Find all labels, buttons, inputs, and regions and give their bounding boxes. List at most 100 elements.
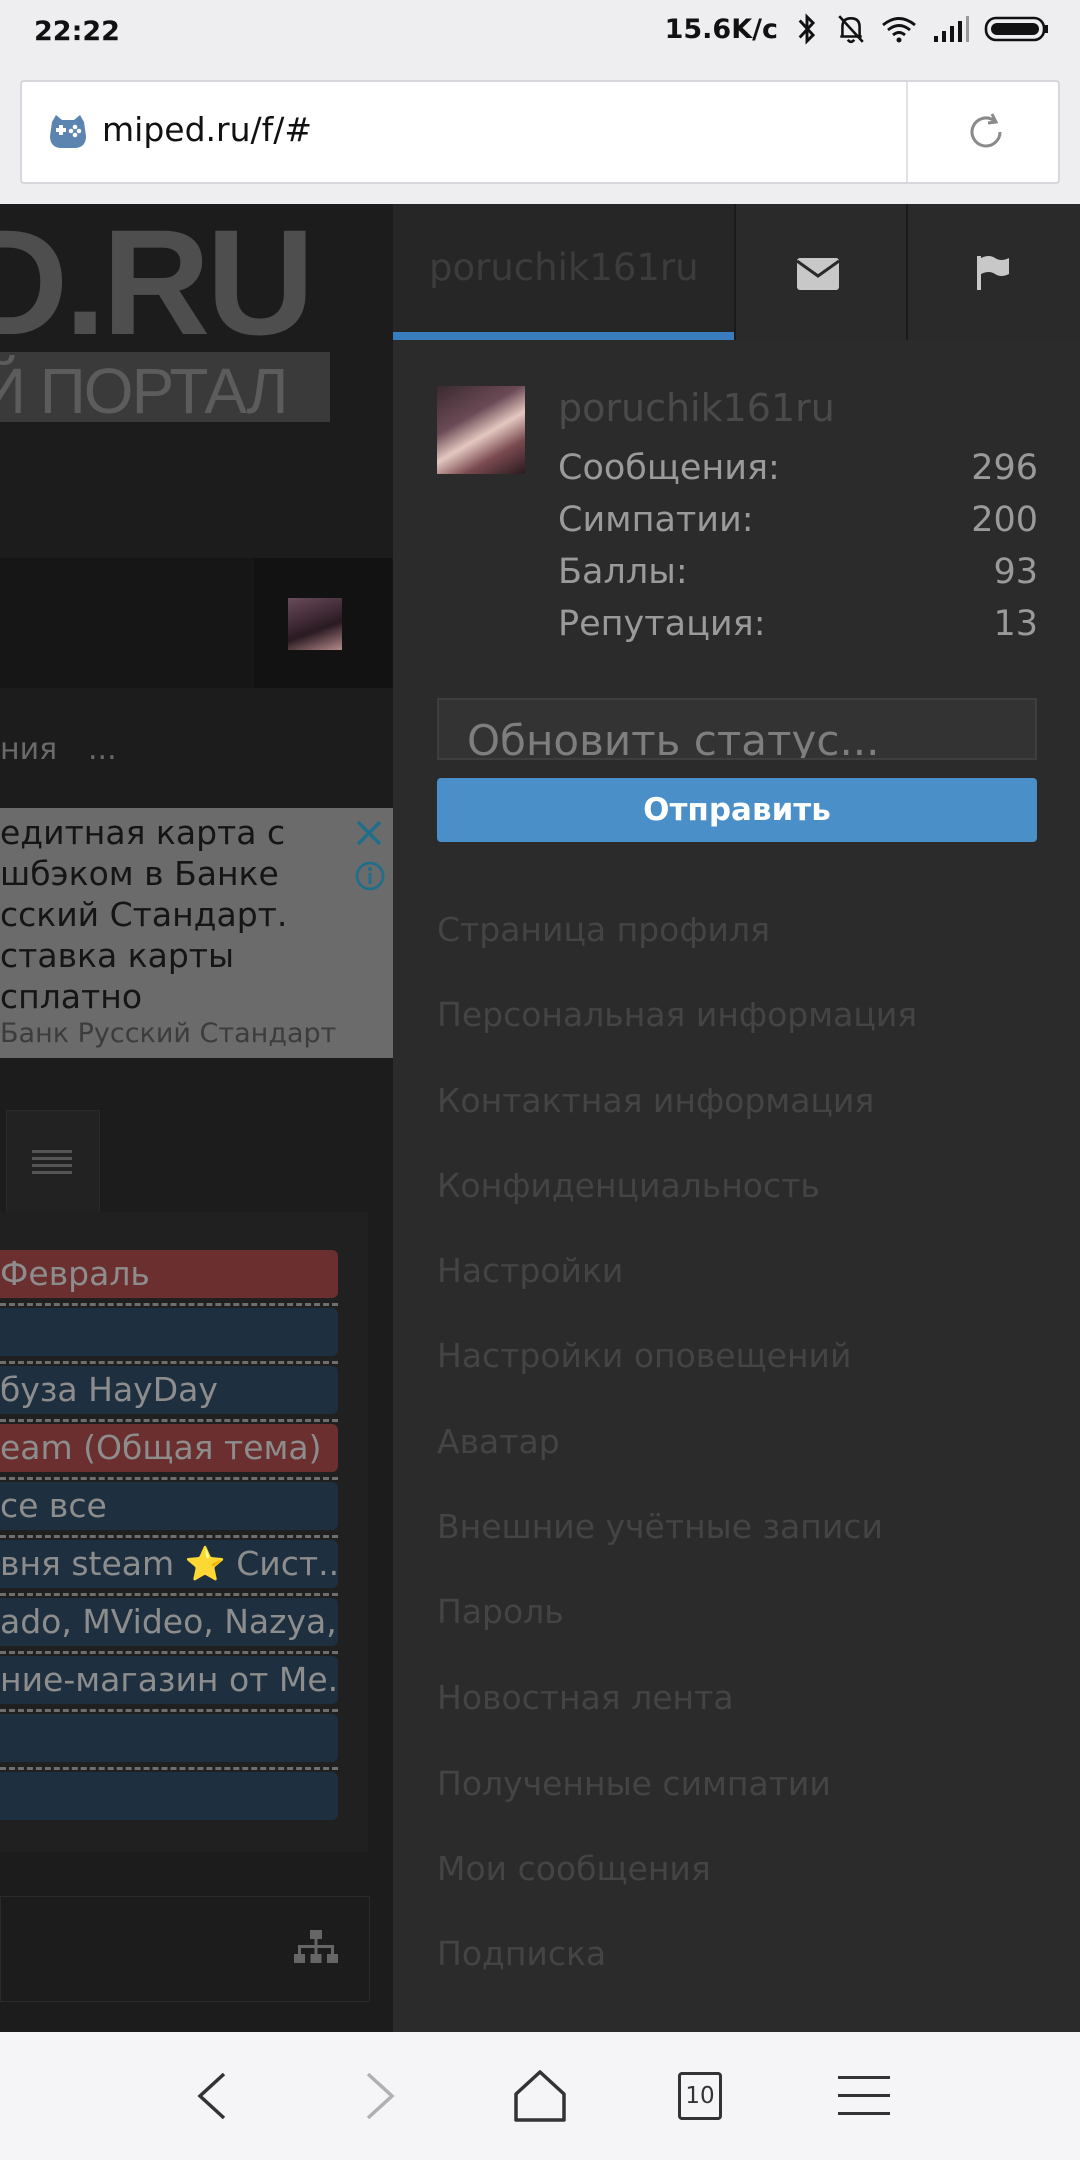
- ad-line: сский Стандарт.: [0, 895, 288, 934]
- topic-item[interactable]: вня steam ⭐ Сист...: [0, 1540, 338, 1588]
- nav-more[interactable]: ...: [88, 732, 117, 767]
- browser-toolbar: 10: [0, 2032, 1080, 2160]
- topic-title: вня steam ⭐ Сист...: [0, 1544, 338, 1583]
- menu-link-received-likes[interactable]: Полученные симпатии: [437, 1764, 831, 1803]
- topic-item[interactable]: eam (Общая тема): [0, 1424, 338, 1472]
- topic-item[interactable]: [0, 1714, 338, 1762]
- page-behind-overlay: D.RU Й ПОРТАЛ ния ... едитная карта с шб…: [0, 204, 393, 2032]
- flag-icon: [977, 256, 1009, 290]
- divider: [0, 1535, 338, 1538]
- status-placeholder: Обновить статус...: [467, 716, 880, 760]
- menu-link-password[interactable]: Пароль: [437, 1592, 564, 1631]
- menu-link-settings[interactable]: Настройки: [437, 1251, 623, 1290]
- menu-link-privacy[interactable]: Конфиденциальность: [437, 1166, 820, 1205]
- menu-link-personal-info[interactable]: Персональная информация: [437, 995, 917, 1034]
- topic-item[interactable]: се все: [0, 1482, 338, 1530]
- menu-link-notification-settings[interactable]: Настройки оповещений: [437, 1336, 851, 1375]
- stat-value: 200: [971, 500, 1038, 540]
- forward-icon[interactable]: [350, 2068, 406, 2124]
- topic-item[interactable]: [0, 1772, 338, 1820]
- menu-icon[interactable]: [836, 2068, 892, 2124]
- envelope-icon: [797, 258, 839, 290]
- hamburger-icon: [32, 1150, 72, 1174]
- tabs-button[interactable]: 10: [678, 2072, 722, 2120]
- account-panel: poruchik161ru poruchik161ru Сообщения: 2…: [393, 204, 1080, 2032]
- stat-row: Репутация: 13: [558, 604, 1038, 652]
- divider: [0, 1767, 338, 1770]
- stat-value: 296: [971, 448, 1038, 488]
- divider: [0, 1361, 338, 1364]
- info-icon[interactable]: [354, 860, 386, 892]
- browser-chrome: miped.ru/f/#: [0, 66, 1080, 204]
- send-button[interactable]: Отправить: [437, 778, 1037, 842]
- avatar[interactable]: [437, 386, 525, 474]
- stat-label: Баллы:: [558, 552, 688, 592]
- divider: [0, 1709, 338, 1712]
- topic-title: eam (Общая тема): [0, 1428, 322, 1467]
- stat-row: Симпатии: 200: [558, 500, 1038, 548]
- divider: [0, 1651, 338, 1654]
- status-icons: 15.6K/c: [665, 12, 1050, 46]
- nav-link[interactable]: ния: [0, 732, 57, 767]
- site-favicon-icon: [50, 115, 86, 148]
- stat-row: Сообщения: 296: [558, 448, 1038, 496]
- ad-line: шбэком в Банке: [0, 854, 279, 893]
- home-icon[interactable]: [512, 2068, 568, 2124]
- status-bar: 22:22 15.6K/c: [0, 0, 1080, 66]
- ad-line: ставка карты: [0, 936, 235, 975]
- ad-line: едитная карта с: [0, 813, 286, 852]
- topic-title: ado, MVideo, Nazya, ...: [0, 1602, 338, 1641]
- wifi-icon: [882, 17, 916, 43]
- tab-account[interactable]: poruchik161ru: [393, 204, 734, 340]
- topic-list: Февраль буза HayDay eam (Общая тема) се …: [0, 1212, 368, 1852]
- avatar[interactable]: [288, 598, 342, 650]
- menu-link-external-accounts[interactable]: Внешние учётные записи: [437, 1507, 883, 1546]
- sitemap-icon[interactable]: [294, 1928, 338, 1968]
- silent-bell-icon: [838, 15, 864, 44]
- divider: [0, 1419, 338, 1422]
- ad-text: едитная карта с шбэком в Банке сский Ста…: [0, 812, 300, 1017]
- stat-label: Сообщения:: [558, 448, 780, 488]
- topic-item[interactable]: ado, MVideo, Nazya, ...: [0, 1598, 338, 1646]
- stat-row: Баллы: 93: [558, 552, 1038, 600]
- topic-item[interactable]: [0, 1308, 338, 1356]
- close-icon[interactable]: [354, 818, 384, 848]
- reload-icon[interactable]: [964, 110, 1008, 154]
- web-content: D.RU Й ПОРТАЛ ния ... едитная карта с шб…: [0, 204, 1080, 2032]
- menu-link-contact-info[interactable]: Контактная информация: [437, 1081, 874, 1120]
- menu-link-avatar[interactable]: Аватар: [437, 1422, 560, 1461]
- network-speed: 15.6K/c: [664, 13, 778, 45]
- url-text[interactable]: miped.ru/f/#: [102, 110, 312, 149]
- topic-item[interactable]: буза HayDay: [0, 1366, 338, 1414]
- menu-link-my-posts[interactable]: Мои сообщения: [437, 1849, 711, 1888]
- status-time: 22:22: [34, 16, 120, 47]
- divider: [0, 1303, 338, 1306]
- topic-item[interactable]: Февраль: [0, 1250, 338, 1298]
- menu-link-profile-page[interactable]: Страница профиля: [437, 910, 770, 949]
- menu-link-subscription[interactable]: Подписка: [437, 1934, 606, 1973]
- site-logo-subtitle: Й ПОРТАЛ: [0, 355, 288, 427]
- stat-value: 13: [993, 604, 1038, 644]
- topic-title: буза HayDay: [0, 1370, 218, 1409]
- address-divider: [906, 82, 908, 182]
- panel-tabs: poruchik161ru: [393, 204, 1080, 340]
- divider: [0, 1593, 338, 1596]
- tab-account-label: poruchik161ru: [429, 246, 699, 289]
- back-icon[interactable]: [186, 2068, 242, 2124]
- menu-link-news-feed[interactable]: Новостная лента: [437, 1678, 734, 1717]
- profile-username[interactable]: poruchik161ru: [558, 386, 835, 430]
- topic-title: ние-магазин от Ме...: [0, 1660, 338, 1699]
- stat-label: Репутация:: [558, 604, 766, 644]
- ad-source: Банк Русский Стандарт: [0, 1018, 337, 1049]
- battery-icon: [984, 16, 1048, 42]
- divider: [0, 1477, 338, 1480]
- address-bar[interactable]: miped.ru/f/#: [20, 80, 1060, 184]
- stat-label: Симпатии:: [558, 500, 754, 540]
- bluetooth-icon: [798, 13, 816, 45]
- topic-item[interactable]: ние-магазин от Ме...: [0, 1656, 338, 1704]
- active-tab-indicator: [393, 332, 734, 340]
- site-logo: D.RU: [0, 204, 315, 366]
- signal-icon: [934, 16, 969, 42]
- ad-banner[interactable]: едитная карта с шбэком в Банке сский Ста…: [0, 808, 393, 1058]
- status-input[interactable]: Обновить статус...: [437, 698, 1037, 760]
